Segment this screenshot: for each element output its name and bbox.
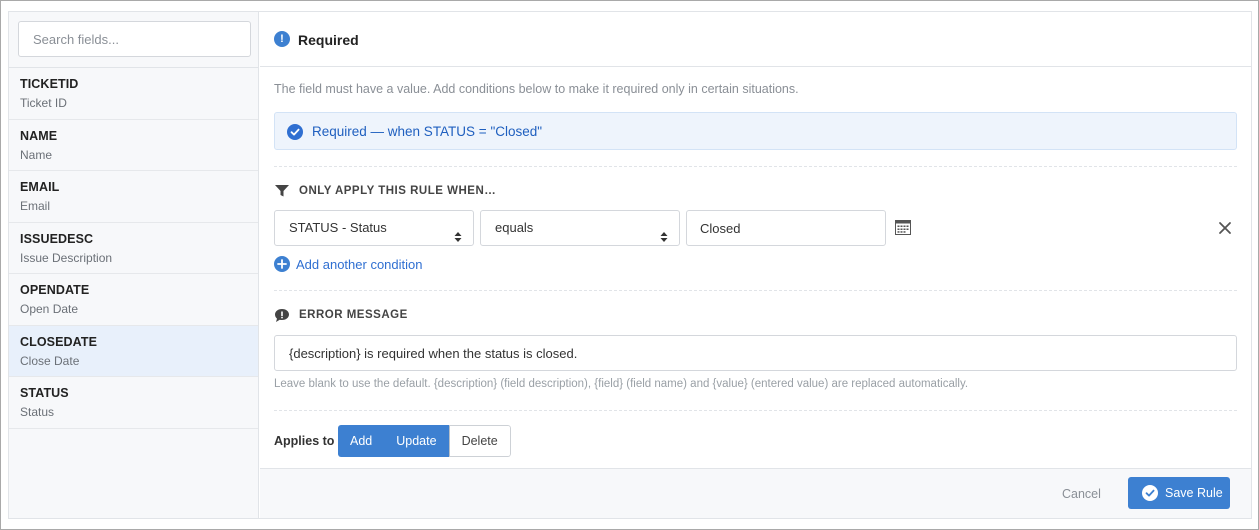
- rule-summary-notice: Required — when STATUS = "Closed": [274, 112, 1237, 150]
- field-item-name: CLOSEDATE: [20, 334, 98, 349]
- section-divider: [274, 166, 1237, 167]
- add-condition-button[interactable]: Add another condition: [274, 256, 422, 272]
- field-item-opendate[interactable]: OPENDATE Open Date: [9, 274, 258, 326]
- field-item-closedate[interactable]: CLOSEDATE Close Date: [9, 325, 258, 377]
- search-fields-input[interactable]: [18, 21, 251, 57]
- exclamation-icon: !: [274, 31, 290, 47]
- field-item-desc: Ticket ID: [20, 96, 67, 110]
- condition-operator-select[interactable]: equals: [480, 210, 680, 246]
- field-list: TICKETID Ticket ID NAME Name EMAIL Email…: [9, 68, 258, 429]
- plus-circle-icon: [274, 256, 290, 272]
- field-item-desc: Issue Description: [20, 250, 113, 265]
- applies-to-toggle-group: Add Update Delete: [338, 425, 511, 457]
- field-item-desc: Status: [20, 405, 55, 419]
- rule-main: ! Required The field must have a value. …: [260, 12, 1251, 518]
- field-item-name-field[interactable]: NAME Name: [9, 120, 258, 171]
- field-item-desc: Name: [20, 147, 53, 162]
- field-sidebar: TICKETID Ticket ID NAME Name EMAIL Email…: [9, 12, 259, 518]
- field-item-issuedesc[interactable]: ISSUEDESC Issue Description: [9, 223, 258, 274]
- select-caret-icon: [454, 222, 462, 242]
- rule-description: The field must have a value. Add conditi…: [274, 82, 799, 96]
- condition-field-value: STATUS - Status: [289, 220, 387, 235]
- select-caret-icon: [660, 222, 668, 242]
- speech-bubble-icon: [274, 308, 290, 322]
- field-item-email[interactable]: EMAIL Email: [9, 171, 258, 223]
- remove-condition-close-icon[interactable]: [1217, 220, 1233, 236]
- error-message-input[interactable]: [274, 335, 1237, 371]
- field-item-name: ISSUEDESC: [20, 231, 94, 246]
- applies-delete-toggle[interactable]: Delete: [448, 425, 511, 457]
- save-rule-button[interactable]: Save Rule: [1128, 477, 1230, 509]
- check-circle-icon: [287, 124, 303, 140]
- rule-footer: Cancel Save Rule: [260, 468, 1251, 518]
- field-item-name: OPENDATE: [20, 283, 90, 297]
- field-item-name: STATUS: [20, 386, 69, 400]
- field-item-desc: Close Date: [20, 353, 80, 368]
- conditions-title-label: ONLY APPLY THIS RULE WHEN…: [299, 185, 497, 197]
- applies-to-label: Applies to: [274, 434, 335, 448]
- window-frame: TICKETID Ticket ID NAME Name EMAIL Email…: [0, 0, 1259, 530]
- rule-summary-text: Required — when STATUS = "Closed": [312, 124, 543, 139]
- field-item-desc: Email: [20, 199, 51, 213]
- applies-add-toggle[interactable]: Add: [338, 425, 385, 457]
- field-item-name: EMAIL: [20, 180, 60, 194]
- field-item-status[interactable]: STATUS Status: [9, 377, 258, 429]
- error-title-label: ERROR MESSAGE: [299, 309, 408, 321]
- filter-icon: [274, 184, 290, 198]
- field-item-name: NAME: [20, 128, 58, 143]
- field-item-ticketid[interactable]: TICKETID Ticket ID: [9, 68, 258, 120]
- check-circle-icon: [1142, 485, 1158, 501]
- condition-field-select[interactable]: STATUS - Status: [274, 210, 474, 246]
- conditions-section-title: ONLY APPLY THIS RULE WHEN…: [274, 184, 496, 198]
- condition-value-input[interactable]: [686, 210, 886, 246]
- cancel-button[interactable]: Cancel: [1062, 487, 1101, 501]
- rule-editor-panel: TICKETID Ticket ID NAME Name EMAIL Email…: [8, 11, 1252, 519]
- save-rule-label: Save Rule: [1165, 486, 1223, 500]
- section-divider: [274, 290, 1237, 291]
- applies-update-toggle[interactable]: Update: [384, 425, 449, 457]
- error-message-hint: Leave blank to use the default. {descrip…: [274, 378, 969, 390]
- field-item-desc: Open Date: [20, 302, 79, 316]
- rule-header: ! Required: [260, 12, 1251, 67]
- rule-title: Required: [298, 32, 359, 48]
- add-condition-label: Add another condition: [296, 256, 423, 272]
- error-section-title: ERROR MESSAGE: [274, 308, 408, 322]
- calendar-icon[interactable]: [895, 220, 911, 235]
- section-divider: [274, 410, 1237, 411]
- field-item-name: TICKETID: [20, 77, 79, 91]
- condition-operator-value: equals: [495, 220, 534, 235]
